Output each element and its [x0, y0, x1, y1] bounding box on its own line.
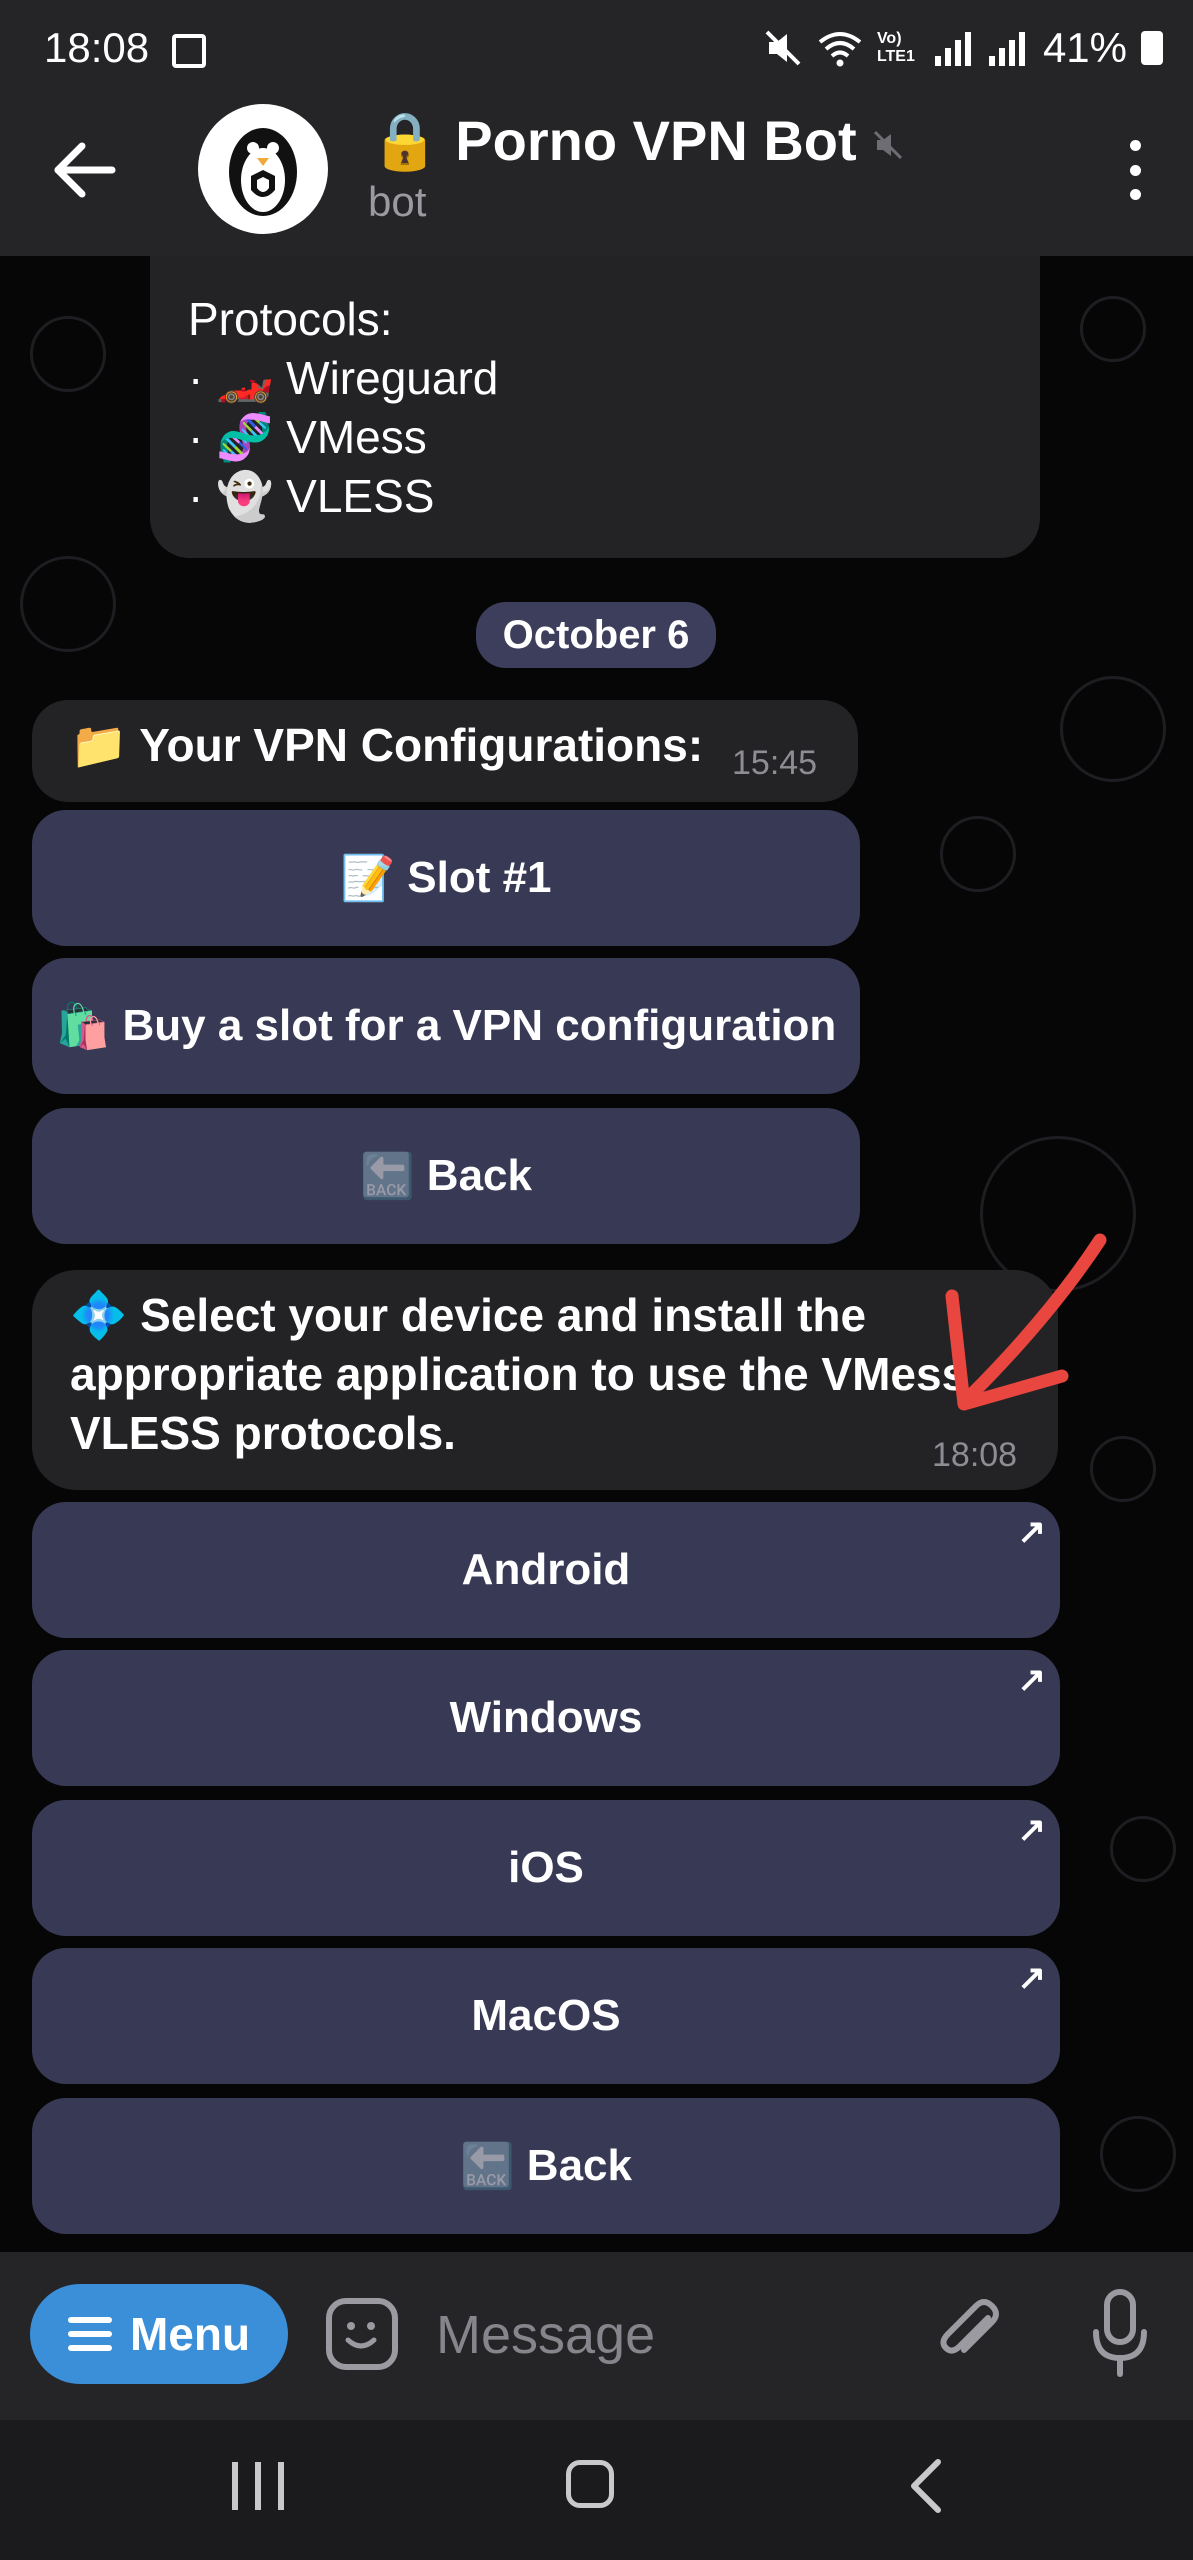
status-time: 18:08: [44, 24, 150, 71]
bullet: ·: [188, 470, 204, 522]
protocol-item: · 👻 VLESS: [188, 467, 434, 526]
diamond-icon: 💠: [70, 1289, 128, 1341]
muted-icon: [874, 131, 903, 160]
shopping-bags-icon: 🛍️: [55, 1002, 111, 1051]
microphone-icon[interactable]: [1090, 2288, 1150, 2380]
status-icons: Vo) LTE1 41%: [763, 24, 1163, 72]
recent-apps-icon[interactable]: [232, 2462, 284, 2510]
wifi-icon: [818, 32, 862, 67]
chat-subtitle: bot: [368, 178, 427, 225]
memo-icon: 📝: [340, 854, 396, 903]
configs-back-button[interactable]: 🔙 Back: [32, 1108, 860, 1244]
ios-button[interactable]: iOS ↗: [32, 1800, 1060, 1936]
android-button[interactable]: Android ↗: [32, 1502, 1060, 1638]
protocol-item: · 🧬 VMess: [188, 408, 427, 467]
bot-avatar-icon[interactable]: [198, 104, 328, 234]
annotation-arrow-icon: [945, 1233, 1107, 1411]
message-time: 18:08: [932, 1436, 1018, 1474]
message-time: 15:45: [732, 744, 818, 782]
configs-message-text: 📁 Your VPN Configurations:: [70, 719, 704, 771]
protocols-heading: Protocols:: [188, 293, 393, 345]
external-link-icon: ↗: [1017, 1661, 1047, 1699]
back-arrow-icon[interactable]: [50, 140, 120, 200]
external-link-icon: ↗: [1017, 1513, 1047, 1551]
sticker-icon[interactable]: [326, 2298, 398, 2370]
bullet: ·: [188, 411, 204, 463]
menu-icon: [67, 2317, 112, 2351]
slot-1-button[interactable]: 📝 Slot #1: [32, 810, 860, 946]
chat-title-text: Porno VPN Bot: [455, 109, 857, 172]
external-link-icon: ↗: [1017, 1811, 1047, 1849]
protocol-label: VMess: [286, 411, 427, 463]
protocol-label: Wireguard: [286, 352, 499, 404]
menu-button[interactable]: Menu: [30, 2284, 288, 2384]
home-icon[interactable]: [566, 2460, 614, 2508]
attach-icon[interactable]: [930, 2294, 1010, 2374]
device-message-text: 💠 Select your device and install the app…: [70, 1289, 968, 1459]
back-emoji-icon: 🔙: [360, 1152, 415, 1201]
date-separator: October 6: [476, 602, 716, 668]
dna-icon: 🧬: [216, 411, 274, 463]
external-link-icon: ↗: [1017, 1959, 1047, 1997]
back-emoji-icon: 🔙: [460, 2142, 515, 2191]
gallery-notification-icon: [172, 34, 206, 68]
chat-area[interactable]: Protocols: · 🏎️ Wireguard · 🧬 VMess · 👻 …: [0, 256, 1193, 2252]
message-input[interactable]: [434, 2300, 908, 2370]
windows-button[interactable]: Windows ↗: [32, 1650, 1060, 1786]
ghost-icon: 👻: [216, 470, 274, 522]
protocol-item: · 🏎️ Wireguard: [188, 349, 498, 408]
bullet: ·: [188, 352, 204, 404]
folder-icon: 📁: [70, 719, 128, 771]
protocol-label: VLESS: [286, 470, 435, 522]
signal-icon-2: [988, 30, 1029, 66]
more-options-icon[interactable]: [1125, 140, 1145, 200]
device-back-button[interactable]: 🔙 Back: [32, 2098, 1060, 2234]
network-label: Vo) LTE1: [876, 30, 915, 65]
signal-icon: [934, 30, 975, 66]
battery-icon: [1141, 31, 1163, 65]
nav-back-icon[interactable]: [906, 2456, 946, 2516]
battery-percent: 41%: [1042, 24, 1127, 71]
race-car-icon: 🏎️: [216, 352, 274, 404]
lock-icon: 🔒: [370, 109, 440, 172]
mute-icon: [765, 30, 801, 66]
macos-button[interactable]: MacOS ↗: [32, 1948, 1060, 2084]
chat-title[interactable]: 🔒 Porno VPN Bot: [370, 108, 904, 174]
buy-slot-button[interactable]: 🛍️ Buy a slot for a VPN configuration: [32, 958, 860, 1094]
